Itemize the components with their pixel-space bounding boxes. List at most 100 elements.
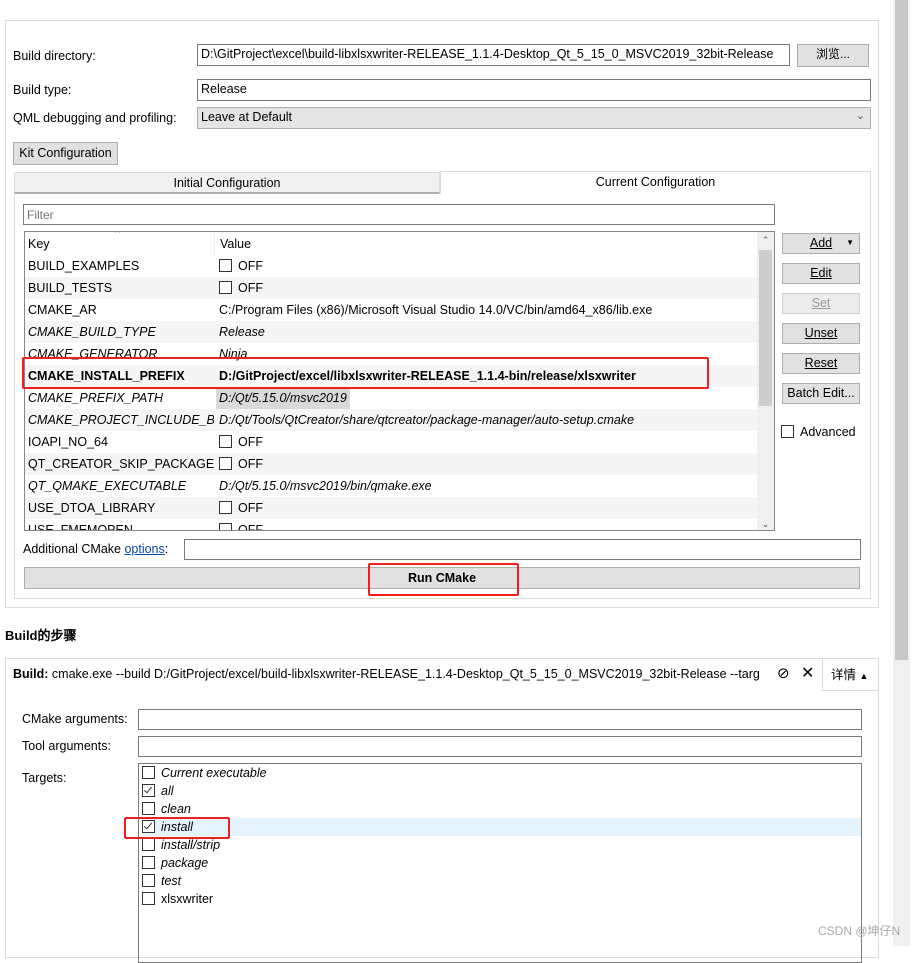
table-row[interactable]: QT_QMAKE_EXECUTABLE D:/Qt/5.15.0/msvc2019… bbox=[25, 475, 757, 497]
browse-button[interactable]: 浏览... bbox=[797, 44, 869, 67]
target-item[interactable]: xlsxwriter bbox=[142, 890, 861, 908]
checkbox-icon[interactable] bbox=[142, 802, 155, 815]
checkbox-icon[interactable] bbox=[219, 435, 232, 448]
table-row[interactable]: BUILD_TESTS OFF bbox=[25, 277, 757, 299]
value-text: OFF bbox=[238, 501, 263, 515]
value-text: D:/Qt/5.15.0/msvc2019/bin/qmake.exe bbox=[219, 479, 432, 493]
target-item[interactable]: Current executable bbox=[142, 764, 861, 782]
dropdown-arrow-icon: ▼ bbox=[846, 238, 854, 247]
tool-arguments-label: Tool arguments: bbox=[22, 739, 111, 753]
checkbox-icon[interactable] bbox=[142, 784, 155, 797]
highlight-run-cmake bbox=[368, 563, 519, 596]
target-item[interactable]: install/strip bbox=[142, 836, 861, 854]
table-row[interactable]: CMAKE_BUILD_TYPE Release bbox=[25, 321, 757, 343]
row-value[interactable]: OFF bbox=[219, 431, 263, 453]
unset-button[interactable]: Unset bbox=[782, 323, 860, 344]
kit-configuration-button[interactable]: Kit Configuration bbox=[13, 142, 118, 165]
row-key: CMAKE_PROJECT_INCLUDE_B... bbox=[28, 413, 214, 427]
add-button[interactable]: Add ▼ bbox=[782, 233, 860, 254]
row-value[interactable]: OFF bbox=[219, 255, 263, 277]
filter-input[interactable] bbox=[23, 204, 775, 225]
checkbox-icon[interactable] bbox=[142, 838, 155, 851]
reset-button[interactable]: Reset bbox=[782, 353, 860, 374]
tool-arguments-input[interactable] bbox=[138, 736, 862, 757]
target-item[interactable]: package bbox=[142, 854, 861, 872]
row-key: USE_DTOA_LIBRARY bbox=[28, 501, 156, 515]
button-label: Reset bbox=[804, 356, 838, 370]
qml-debugging-select[interactable]: Leave at Default ⌄ bbox=[197, 107, 871, 129]
row-key: QT_QMAKE_EXECUTABLE bbox=[28, 479, 187, 493]
row-value[interactable]: D:/Qt/5.15.0/msvc2019 bbox=[216, 387, 350, 409]
target-item[interactable]: test bbox=[142, 872, 861, 890]
build-directory-input[interactable]: D:\GitProject\excel\build-libxlsxwriter-… bbox=[197, 44, 790, 66]
table-row[interactable]: BUILD_EXAMPLES OFF bbox=[25, 255, 757, 277]
checkbox-icon bbox=[781, 425, 794, 438]
targets-list[interactable]: Current executable all clean install install… bbox=[138, 763, 862, 963]
details-label: 详情 bbox=[831, 668, 857, 682]
checkbox-icon[interactable] bbox=[219, 281, 232, 294]
build-type-input[interactable]: Release bbox=[197, 79, 871, 101]
disable-step-icon[interactable]: ⊘ bbox=[777, 664, 790, 682]
table-scrollbar-thumb[interactable] bbox=[759, 250, 772, 406]
scroll-up-icon[interactable]: ⌃ bbox=[757, 232, 774, 249]
batch-edit-button[interactable]: Batch Edit... bbox=[782, 383, 860, 404]
set-button[interactable]: Set bbox=[782, 293, 860, 314]
column-header-value[interactable]: Value bbox=[214, 233, 251, 255]
row-value[interactable]: OFF bbox=[219, 453, 263, 475]
checkbox-icon[interactable] bbox=[142, 892, 155, 905]
table-header: Key Value bbox=[25, 233, 757, 255]
row-value[interactable]: OFF bbox=[219, 519, 263, 530]
value-text: OFF bbox=[238, 259, 263, 273]
tab-current-configuration[interactable]: Current Configuration bbox=[440, 171, 871, 194]
button-label: Unset bbox=[804, 326, 838, 340]
remove-step-icon[interactable]: ✕ bbox=[801, 663, 814, 683]
value-text: C:/Program Files (x86)/Microsoft Visual … bbox=[219, 303, 653, 317]
checkbox-icon[interactable] bbox=[219, 259, 232, 272]
column-header-key[interactable]: Key bbox=[28, 233, 214, 255]
row-value[interactable]: D:/Qt/5.15.0/msvc2019/bin/qmake.exe bbox=[219, 475, 432, 497]
details-button[interactable]: 详情 ▲ bbox=[822, 659, 879, 691]
table-scrollbar[interactable]: ⌃ ⌄ bbox=[757, 232, 774, 530]
row-value[interactable]: D:/Qt/Tools/QtCreator/share/qtcreator/pa… bbox=[219, 409, 634, 431]
edit-button[interactable]: Edit bbox=[782, 263, 860, 284]
value-text: OFF bbox=[238, 435, 263, 449]
table-row[interactable]: USE_FMEMOPEN OFF bbox=[25, 519, 757, 530]
build-directory-label: Build directory: bbox=[13, 49, 96, 63]
target-item[interactable]: all bbox=[142, 782, 861, 800]
checkbox-icon[interactable] bbox=[219, 501, 232, 514]
checkbox-icon[interactable] bbox=[142, 856, 155, 869]
target-name: xlsxwriter bbox=[161, 892, 214, 906]
table-row[interactable]: IOAPI_NO_64 OFF bbox=[25, 431, 757, 453]
advanced-checkbox[interactable]: Advanced bbox=[781, 424, 856, 440]
additional-cmake-input[interactable] bbox=[184, 539, 861, 560]
build-step-summary[interactable]: Build: cmake.exe --build D:/GitProject/e… bbox=[13, 666, 765, 682]
row-value[interactable]: C:/Program Files (x86)/Microsoft Visual … bbox=[219, 299, 652, 321]
options-link[interactable]: options bbox=[124, 542, 164, 556]
checkbox-icon[interactable] bbox=[219, 457, 232, 470]
table-row[interactable]: QT_CREATOR_SKIP_PACKAGE_... OFF bbox=[25, 453, 757, 475]
row-value[interactable]: Release bbox=[219, 321, 265, 343]
table-row[interactable]: USE_DTOA_LIBRARY OFF bbox=[25, 497, 757, 519]
table-row[interactable]: CMAKE_AR C:/Program Files (x86)/Microsoft… bbox=[25, 299, 757, 321]
checkbox-icon[interactable] bbox=[142, 766, 155, 779]
checkbox-icon[interactable] bbox=[142, 874, 155, 887]
collapse-arrow-icon: ▲ bbox=[859, 671, 869, 681]
button-label: Batch Edit... bbox=[787, 386, 855, 400]
colon: : bbox=[164, 542, 169, 556]
scroll-down-icon[interactable]: ⌄ bbox=[757, 519, 774, 530]
row-value[interactable]: OFF bbox=[219, 277, 263, 299]
table-row[interactable]: CMAKE_PROJECT_INCLUDE_B... D:/Qt/Tools/Qt… bbox=[25, 409, 757, 431]
value-text: OFF bbox=[238, 281, 263, 295]
page-scrollbar-thumb[interactable] bbox=[895, 0, 908, 660]
tab-initial-configuration[interactable]: Initial Configuration bbox=[14, 172, 440, 194]
checkbox-icon[interactable] bbox=[219, 523, 232, 530]
cmake-arguments-input[interactable] bbox=[138, 709, 862, 730]
target-item[interactable]: install bbox=[142, 818, 861, 836]
table-row[interactable]: CMAKE_PREFIX_PATH D:/Qt/5.15.0/msvc2019 bbox=[25, 387, 757, 409]
value-text: D:/Qt/Tools/QtCreator/share/qtcreator/pa… bbox=[219, 413, 635, 427]
value-text: OFF bbox=[238, 457, 263, 471]
highlight-install-prefix bbox=[22, 357, 709, 389]
page-scrollbar[interactable] bbox=[893, 0, 910, 946]
target-item[interactable]: clean bbox=[142, 800, 861, 818]
row-value[interactable]: OFF bbox=[219, 497, 263, 519]
